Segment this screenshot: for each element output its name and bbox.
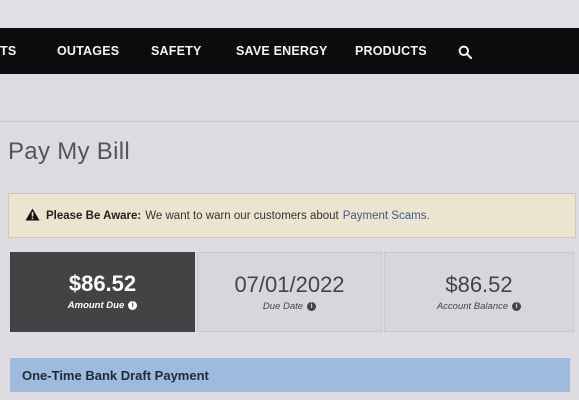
amount-due-label: Amount Due (67, 300, 125, 311)
due-date-value: 07/01/2022 (234, 272, 345, 297)
nav-item-outages[interactable]: OUTAGES (57, 44, 119, 58)
amount-due-value: $86.52 (68, 271, 137, 296)
payment-section-title: One-Time Bank Draft Payment (22, 367, 209, 383)
page-title: Pay My Bill (8, 138, 130, 165)
alert-message: We want to warn our customers about (145, 209, 339, 222)
main-nav: TS OUTAGES SAFETY SAVE ENERGY PRODUCTS (0, 28, 579, 74)
nav-item-safety[interactable]: SAFETY (151, 44, 202, 58)
info-icon[interactable]: i (512, 302, 522, 311)
alert-period: . (426, 209, 430, 222)
amount-due-label-row: Amount Due i (10, 300, 195, 311)
due-date-label-row: Due Date i (198, 301, 381, 312)
alert-heading: Please Be Aware: (46, 209, 142, 222)
top-strip (0, 0, 579, 28)
due-date-label: Due Date (262, 301, 304, 312)
account-balance-label-row: Account Balance i (385, 301, 573, 312)
account-balance-value: $86.52 (445, 272, 513, 297)
search-icon[interactable] (458, 45, 473, 64)
info-icon[interactable]: i (307, 302, 317, 311)
account-balance-label: Account Balance (436, 301, 509, 312)
payment-section-header[interactable]: One-Time Bank Draft Payment (10, 358, 570, 392)
info-icon[interactable]: i (128, 301, 138, 310)
due-date-card: 07/01/2022 Due Date i (197, 252, 382, 332)
nav-item-save-energy[interactable]: SAVE ENERGY (236, 44, 328, 58)
account-balance-card: $86.52 Account Balance i (384, 252, 574, 332)
amount-due-card: $86.52 Amount Due i (10, 252, 195, 332)
nav-item-products[interactable]: PRODUCTS (355, 44, 427, 58)
header-divider (0, 121, 579, 122)
nav-item-partial[interactable]: TS (0, 44, 16, 58)
payment-scams-link[interactable]: Payment Scams (343, 210, 427, 222)
warning-icon (25, 208, 40, 224)
scam-warning-alert: Please Be Aware: We want to warn our cus… (8, 193, 576, 238)
